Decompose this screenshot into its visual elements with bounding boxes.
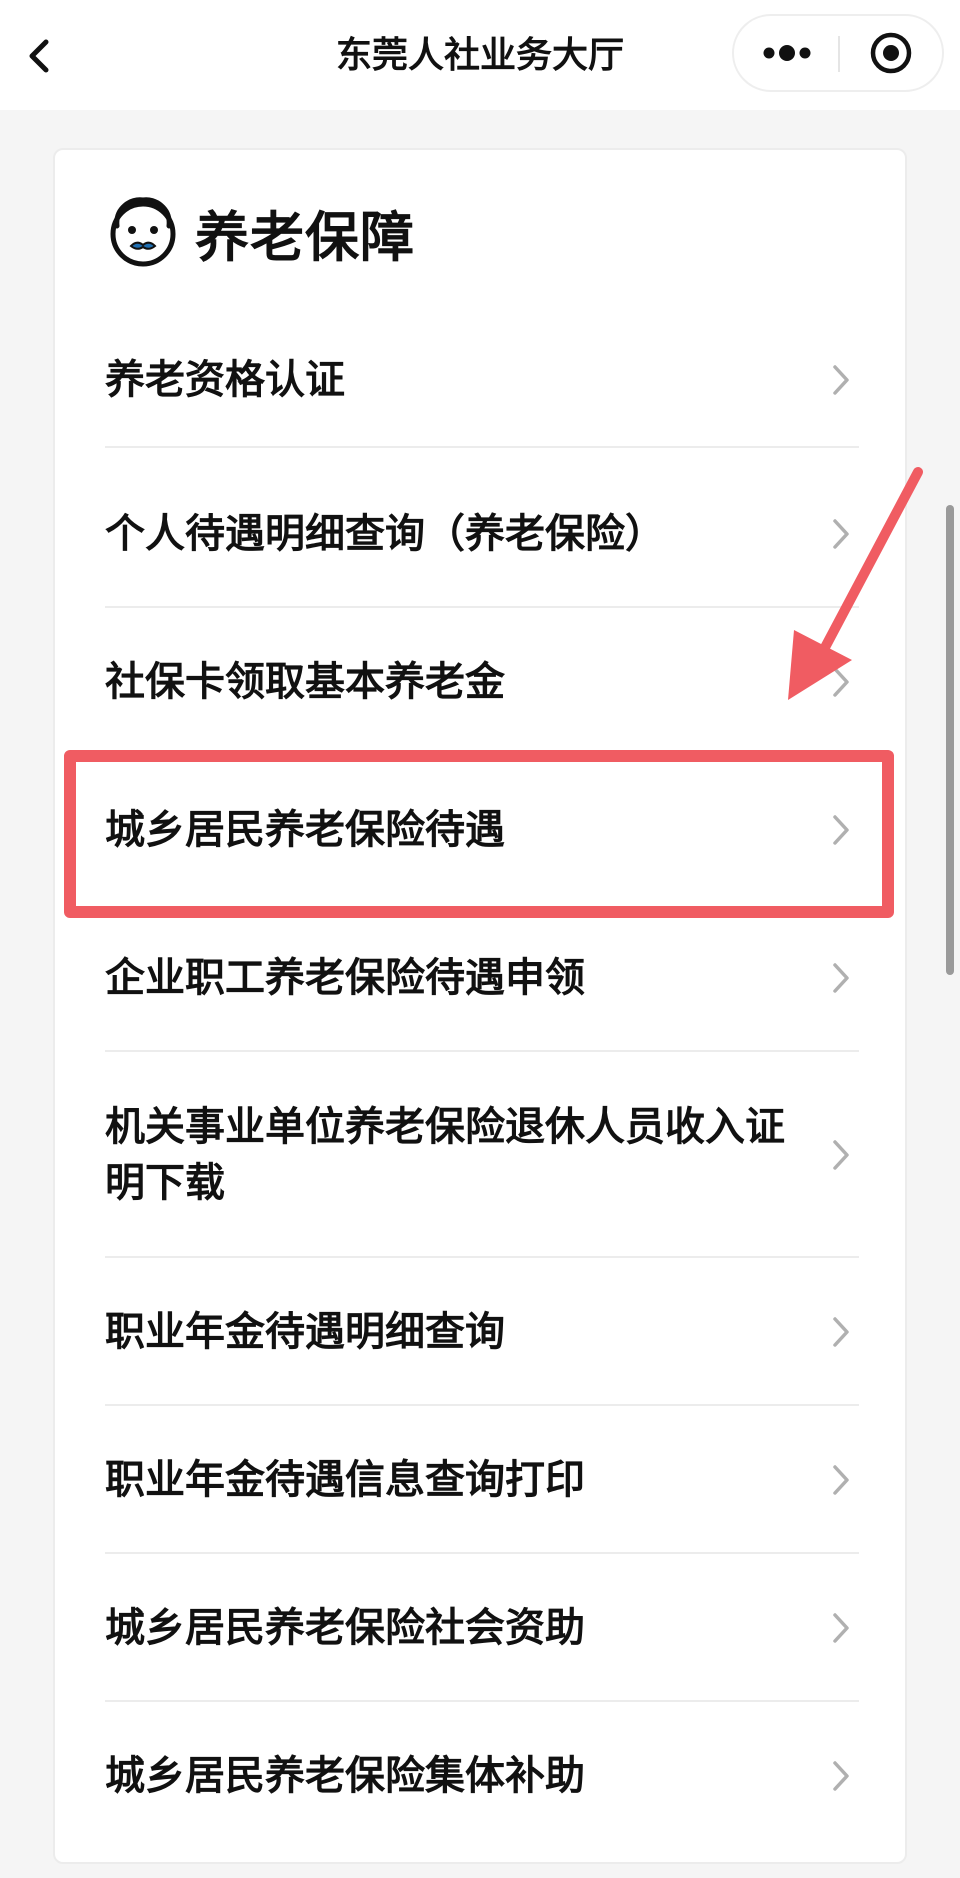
list-item-label: 职业年金待遇信息查询打印	[105, 1457, 585, 1503]
annotation-arrow-icon	[788, 467, 923, 700]
chevron-right-icon	[823, 1131, 859, 1179]
list-item-label: 职业年金待遇明细查询	[105, 1309, 505, 1355]
list-item[interactable]: 社保卡领取基本养老金	[105, 608, 859, 756]
target-circle-icon	[870, 32, 912, 74]
chevron-right-icon	[823, 1456, 859, 1504]
chevron-right-icon	[823, 1604, 859, 1652]
scrollbar[interactable]	[946, 505, 954, 975]
list-item[interactable]: 职业年金待遇信息查询打印	[105, 1406, 859, 1554]
section-title: 养老保障	[195, 205, 415, 269]
top-navbar: 东莞人社业务大厅	[0, 0, 960, 110]
chevron-right-icon	[823, 356, 859, 404]
page-title: 东莞人社业务大厅	[335, 35, 624, 76]
close-button[interactable]	[840, 16, 942, 90]
list-item-label: 城乡居民养老保险社会资助	[105, 1605, 585, 1651]
more-dots-icon	[763, 45, 810, 61]
section-header: 养老保障	[105, 190, 415, 274]
list-item[interactable]: 城乡居民养老保险集体补助	[105, 1702, 859, 1850]
chevron-left-icon	[29, 39, 49, 73]
back-button[interactable]	[14, 30, 62, 82]
list-item-label: 个人待遇明细查询（养老保险）	[105, 511, 665, 557]
list-item[interactable]: 企业职工养老保险待遇申领	[105, 904, 859, 1052]
chevron-right-icon	[823, 1752, 859, 1800]
list-item-label: 企业职工养老保险待遇申领	[105, 955, 585, 1001]
mini-program-capsule	[732, 14, 944, 92]
list-item[interactable]: 职业年金待遇明细查询	[105, 1258, 859, 1406]
list-item-label: 城乡居民养老保险集体补助	[105, 1753, 585, 1799]
list-item-label: 养老资格认证	[105, 357, 345, 403]
list-item-label: 社保卡领取基本养老金	[105, 659, 505, 705]
highlight-box	[64, 750, 894, 918]
pension-card: 养老保障 养老资格认证 个人待遇明细查询（养老保险） 社保卡领取基本养老金 城乡…	[53, 148, 907, 1864]
chevron-right-icon	[823, 954, 859, 1002]
list-item[interactable]: 城乡居民养老保险社会资助	[105, 1554, 859, 1702]
elderly-face-icon	[105, 194, 181, 270]
list-item[interactable]: 机关事业单位养老保险退休人员收入证明下载	[105, 1052, 859, 1258]
list-item-label: 机关事业单位养老保险退休人员收入证明下载	[105, 1104, 785, 1206]
chevron-right-icon	[823, 1308, 859, 1356]
more-button[interactable]	[734, 16, 839, 90]
divider	[105, 446, 859, 448]
list-item[interactable]: 养老资格认证	[105, 312, 859, 448]
list-item[interactable]: 个人待遇明细查询（养老保险）	[105, 460, 859, 608]
